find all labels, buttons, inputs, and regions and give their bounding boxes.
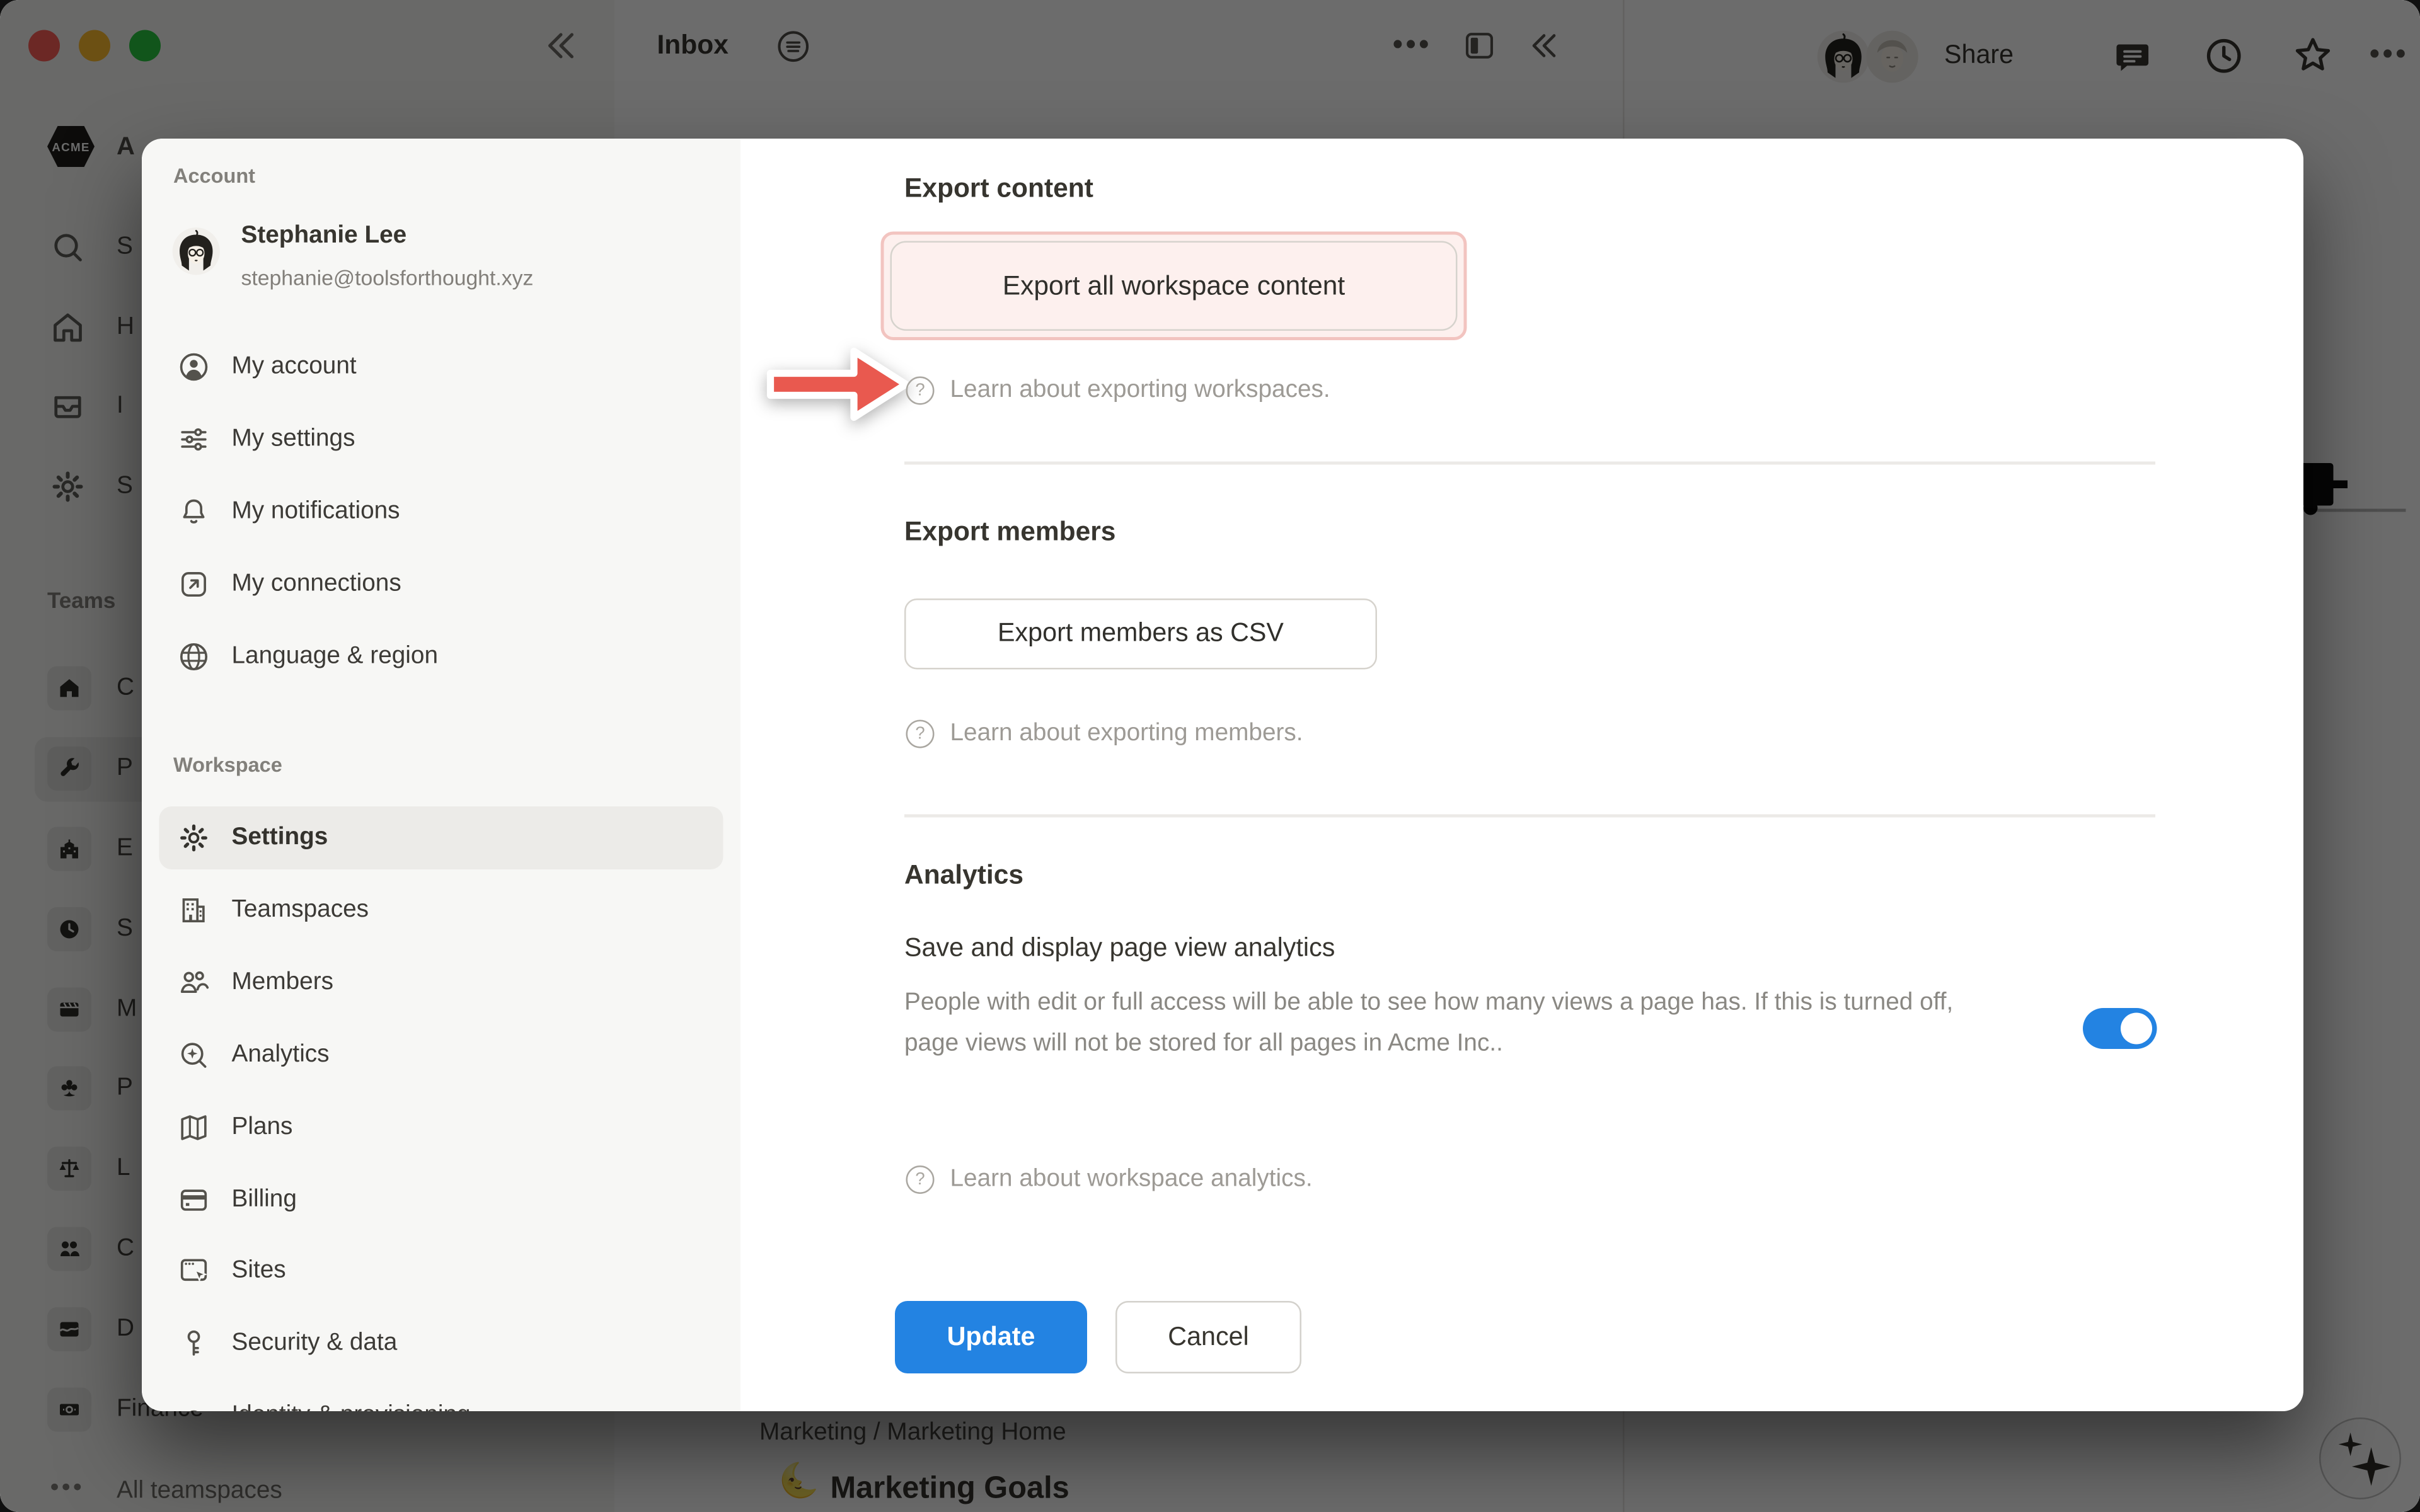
map-icon <box>176 1111 211 1145</box>
credit-card-icon <box>176 1183 211 1218</box>
question-circle-icon: ? <box>906 1166 935 1194</box>
person-circle-icon <box>176 350 211 384</box>
user-name: Stephanie Lee <box>241 222 407 251</box>
sidebar-item-my-connections[interactable]: My connections <box>159 553 723 616</box>
search-sparkle-icon <box>176 1038 211 1073</box>
sidebar-item-label: Identity & provisioning <box>232 1402 471 1411</box>
sidebar-item-label: Plans <box>232 1114 293 1142</box>
sidebar-item-members[interactable]: Members <box>159 951 723 1014</box>
export-content-heading: Export content <box>904 173 1093 205</box>
sidebar-item-teamspaces[interactable]: Teamspaces <box>159 879 723 942</box>
export-members-help-link[interactable]: ? Learn about exporting members. <box>906 720 1303 748</box>
sidebar-item-label: Settings <box>232 824 328 852</box>
sidebar-item-settings[interactable]: Settings <box>159 806 723 869</box>
export-members-heading: Export members <box>904 517 1115 548</box>
sidebar-item-billing[interactable]: Billing <box>159 1169 723 1232</box>
user-email: stephanie@toolsforthought.xyz <box>241 266 534 290</box>
sidebar-item-identity-provisioning[interactable]: Identity & provisioning <box>159 1385 723 1412</box>
cancel-button[interactable]: Cancel <box>1115 1301 1301 1373</box>
sliders-icon <box>176 422 211 457</box>
section-divider <box>904 815 2155 817</box>
annotation-arrow-icon <box>766 340 911 428</box>
sidebar-item-label: Security & data <box>232 1329 398 1358</box>
sidebar-item-label: Language & region <box>232 643 439 671</box>
globe-icon <box>176 639 211 674</box>
analytics-heading: Analytics <box>904 860 1023 891</box>
analytics-toggle[interactable] <box>2083 1008 2157 1049</box>
question-circle-icon: ? <box>906 377 935 405</box>
settings-sidebar: Account Stephanie Lee stephanie@toolsfor… <box>142 139 740 1411</box>
sidebar-item-sites[interactable]: Sites <box>159 1240 723 1303</box>
workspace-analytics-help-link[interactable]: ? Learn about workspace analytics. <box>906 1166 1313 1194</box>
question-circle-icon: ? <box>906 720 935 748</box>
arrow-out-box-icon <box>176 567 211 602</box>
sidebar-item-label: My notifications <box>232 498 400 526</box>
toggle-knob <box>2121 1013 2152 1045</box>
account-section-header: Account <box>173 164 255 188</box>
key-icon <box>176 1326 211 1361</box>
settings-modal: Account Stephanie Lee stephanie@toolsfor… <box>142 139 2303 1411</box>
sidebar-item-label: My settings <box>232 425 355 454</box>
help-link-label: Learn about workspace analytics. <box>950 1166 1313 1194</box>
sidebar-item-label: Analytics <box>232 1041 330 1070</box>
sidebar-item-plans[interactable]: Plans <box>159 1096 723 1159</box>
browser-cursor-icon <box>176 1254 211 1288</box>
sidebar-item-label: My connections <box>232 570 401 598</box>
building-icon <box>176 893 211 928</box>
analytics-setting-title: Save and display page view analytics <box>904 934 1335 965</box>
sidebar-item-label: My account <box>232 353 357 381</box>
help-link-label: Learn about exporting members. <box>950 720 1303 748</box>
bell-icon <box>176 495 211 529</box>
sidebar-item-my-settings[interactable]: My settings <box>159 408 723 471</box>
export-members-csv-button[interactable]: Export members as CSV <box>904 598 1377 670</box>
members-icon <box>176 966 211 1000</box>
sidebar-item-label: Sites <box>232 1257 286 1285</box>
update-button[interactable]: Update <box>895 1301 1087 1373</box>
gear-icon <box>176 821 211 856</box>
export-all-workspace-content-button[interactable]: Export all workspace content <box>890 241 1458 331</box>
sidebar-item-language-region[interactable]: Language & region <box>159 626 723 689</box>
sidebar-item-label: Teamspaces <box>232 896 369 925</box>
export-workspaces-help-link[interactable]: ? Learn about exporting workspaces. <box>906 377 1330 405</box>
section-divider <box>904 462 2155 464</box>
id-badge-icon <box>176 1399 211 1411</box>
workspace-section-header: Workspace <box>173 753 282 777</box>
sidebar-item-label: Billing <box>232 1186 297 1215</box>
sidebar-item-my-account[interactable]: My account <box>159 336 723 399</box>
sidebar-item-my-notifications[interactable]: My notifications <box>159 481 723 544</box>
user-avatar <box>172 227 221 276</box>
sidebar-item-analytics[interactable]: Analytics <box>159 1024 723 1087</box>
sidebar-item-label: Members <box>232 969 334 997</box>
app-window: Inbox ••• <box>0 0 2420 1512</box>
sidebar-item-security-data[interactable]: Security & data <box>159 1312 723 1375</box>
analytics-setting-description: People with edit or full access will be … <box>904 983 2007 1065</box>
help-link-label: Learn about exporting workspaces. <box>950 377 1330 405</box>
